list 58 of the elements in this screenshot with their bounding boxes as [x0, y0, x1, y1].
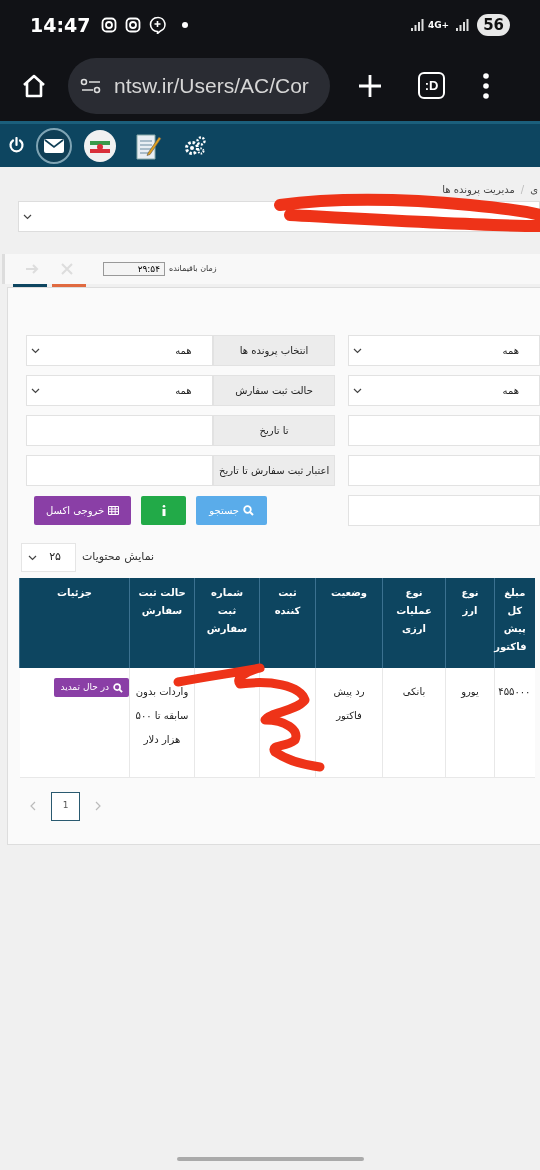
field-label: اعتبار ثبت سفارش تا تاریخ	[213, 455, 336, 486]
select-field[interactable]: همه	[348, 335, 540, 366]
site-settings-icon[interactable]	[80, 77, 102, 94]
breadcrumb-item[interactable]: مدیریت پرونده ها	[442, 182, 515, 197]
url-text: ntsw.ir/Users/AC/Cor	[114, 72, 309, 99]
timer-label: زمان باقیمانده	[169, 263, 217, 275]
input-field[interactable]	[348, 455, 540, 486]
tab-switcher-button[interactable]: :D	[418, 72, 445, 99]
search-icon	[243, 505, 254, 516]
select-field[interactable]: همه	[348, 375, 540, 406]
camera-icon	[101, 17, 118, 33]
excel-export-button[interactable]: خروجی اکسل	[34, 496, 132, 525]
chevron-down-icon	[23, 213, 32, 220]
page-button[interactable]: 1	[51, 791, 80, 821]
emblem-icon[interactable]	[84, 129, 116, 162]
chevron-down-icon	[31, 347, 40, 354]
network-label: 4G+	[427, 20, 450, 30]
select-field[interactable]: همه	[26, 335, 213, 366]
chat-plus-icon	[149, 16, 167, 34]
timer-field: ۲۹:۵۴	[103, 262, 165, 276]
table-cell: رد پیش فاکتور	[333, 686, 365, 721]
chevron-down-icon	[31, 387, 40, 394]
battery-indicator: 56	[477, 14, 510, 36]
info-icon	[161, 505, 166, 516]
settings-icon[interactable]	[184, 135, 206, 156]
info-button[interactable]	[141, 496, 187, 525]
chevron-down-icon	[353, 347, 363, 354]
signal-icon	[409, 18, 424, 32]
table-cell: بانکی	[402, 686, 426, 697]
input-field[interactable]	[348, 495, 540, 526]
camera-icon	[125, 17, 142, 33]
page-size-label: نمایش محتویات	[82, 549, 155, 566]
mail-button[interactable]	[36, 127, 72, 164]
breadcrumb-separator: /	[520, 183, 525, 197]
select-field[interactable]: همه	[26, 375, 213, 406]
new-tab-icon[interactable]	[358, 73, 382, 98]
chevron-down-icon	[353, 387, 363, 394]
table-cell: واردات بدون سابقه تا ۵۰۰ هزار دلار	[135, 686, 189, 745]
power-icon[interactable]	[8, 137, 25, 154]
field-label: تا تاریخ	[213, 415, 336, 446]
input-field[interactable]	[348, 415, 540, 446]
search-icon	[113, 682, 123, 693]
details-button[interactable]: در حال تمدید	[54, 678, 129, 697]
address-bar[interactable]: ntsw.ir/Users/AC/Cor	[68, 57, 330, 114]
more-options-icon[interactable]	[483, 72, 489, 99]
breadcrumb-item[interactable]: ی	[530, 182, 538, 197]
clock: 14:47	[30, 12, 91, 38]
mail-icon	[44, 138, 64, 153]
input-field[interactable]	[26, 455, 213, 486]
chevron-down-icon	[28, 554, 37, 561]
field-label: حالت ثبت سفارش	[212, 375, 336, 406]
input-field[interactable]	[26, 415, 213, 446]
table-cell: یورو	[461, 686, 479, 697]
table-cell: ۴۵۵۰۰۰	[498, 686, 531, 697]
field-label: انتخاب پرونده ها	[212, 335, 336, 366]
page-size-select[interactable]: ۲۵	[21, 543, 76, 572]
table-icon	[108, 506, 120, 515]
signal-icon	[455, 18, 470, 32]
